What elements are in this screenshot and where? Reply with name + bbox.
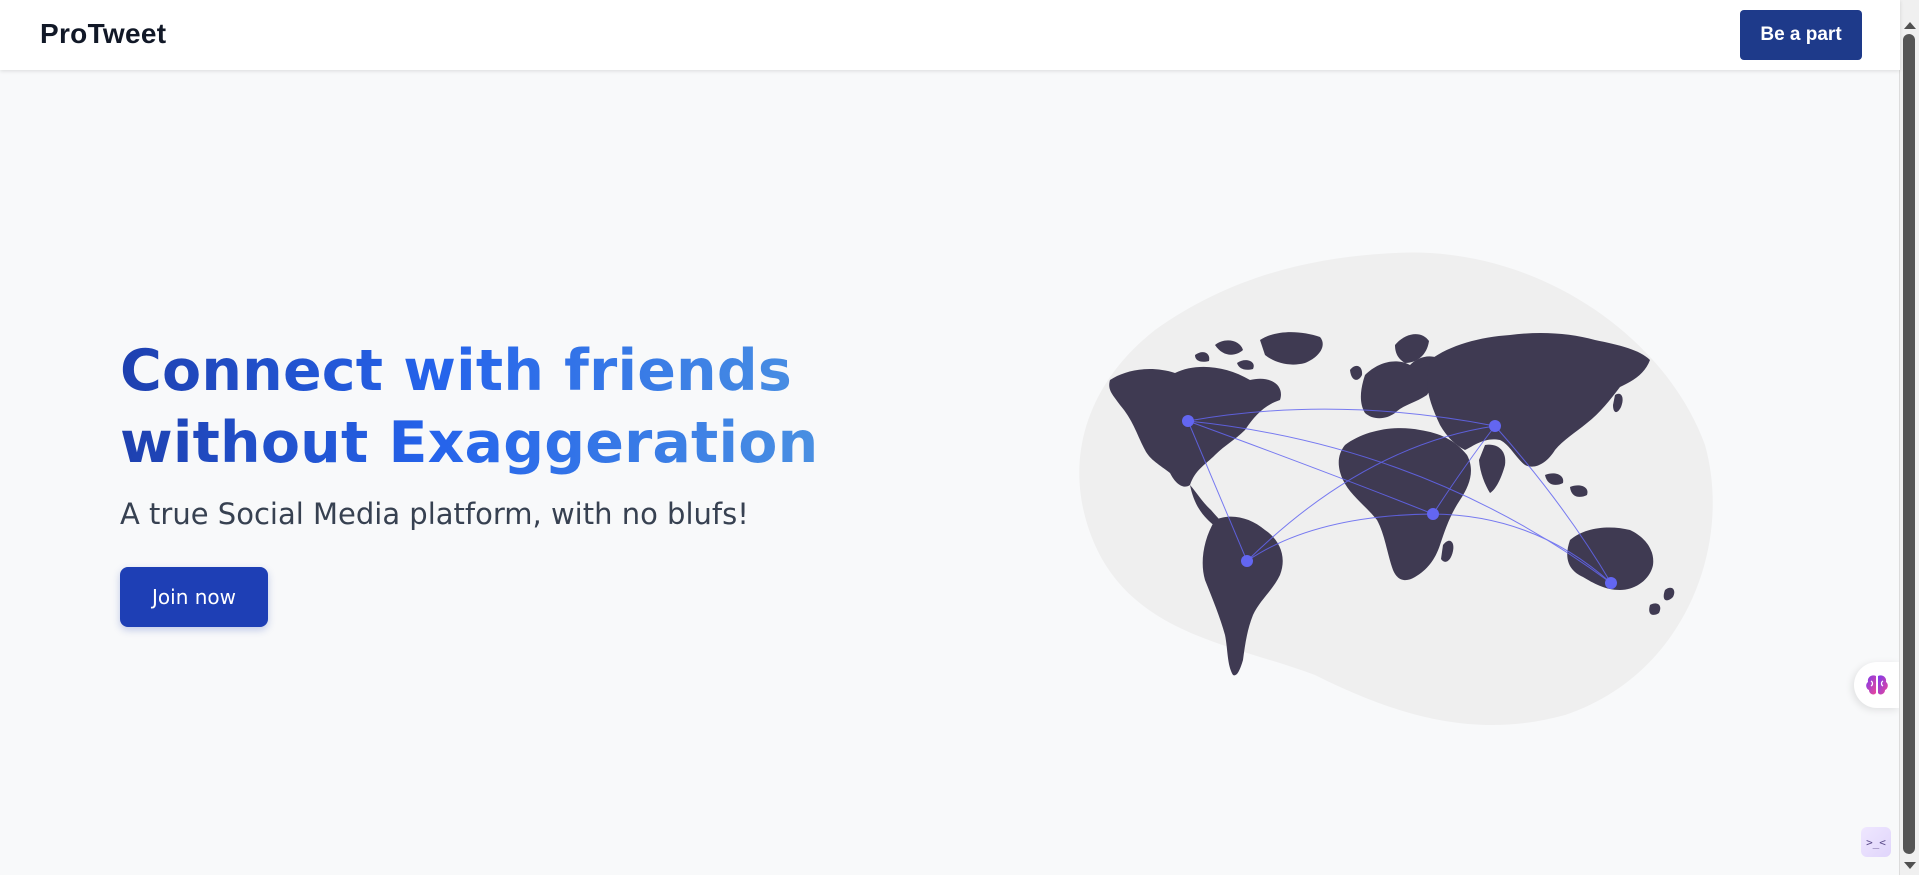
headline-line-2: without Exaggeration	[120, 410, 819, 476]
be-a-part-button[interactable]: Be a part	[1740, 10, 1862, 60]
node-north-america	[1182, 415, 1194, 427]
console-widget[interactable]: >_<	[1861, 827, 1891, 857]
scroll-up-arrow-icon[interactable]	[1904, 22, 1916, 29]
brand-logo[interactable]: ProTweet	[40, 18, 166, 50]
vertical-scrollbar[interactable]	[1899, 0, 1919, 875]
brain-icon	[1866, 675, 1888, 695]
world-map-illustration	[1065, 245, 1715, 730]
navbar: ProTweet Be a part	[0, 0, 1900, 70]
hero-section: Connect with friends without Exaggeratio…	[120, 335, 820, 627]
join-now-button[interactable]: Join now	[120, 567, 268, 627]
hero-subheadline: A true Social Media platform, with no bl…	[120, 497, 749, 531]
scroll-down-arrow-icon[interactable]	[1904, 862, 1916, 869]
headline-line-1: Connect with friends	[120, 338, 792, 404]
scroll-thumb[interactable]	[1903, 34, 1915, 854]
page: ProTweet Be a part Connect with friends …	[0, 0, 1919, 875]
brain-extension-widget[interactable]	[1854, 662, 1900, 708]
node-south-america	[1241, 555, 1253, 567]
node-africa	[1427, 508, 1439, 520]
world-map-icon	[1079, 252, 1713, 726]
node-asia	[1489, 420, 1501, 432]
node-australia	[1605, 577, 1617, 589]
hero-headline: Connect with friends without Exaggeratio…	[120, 335, 820, 479]
